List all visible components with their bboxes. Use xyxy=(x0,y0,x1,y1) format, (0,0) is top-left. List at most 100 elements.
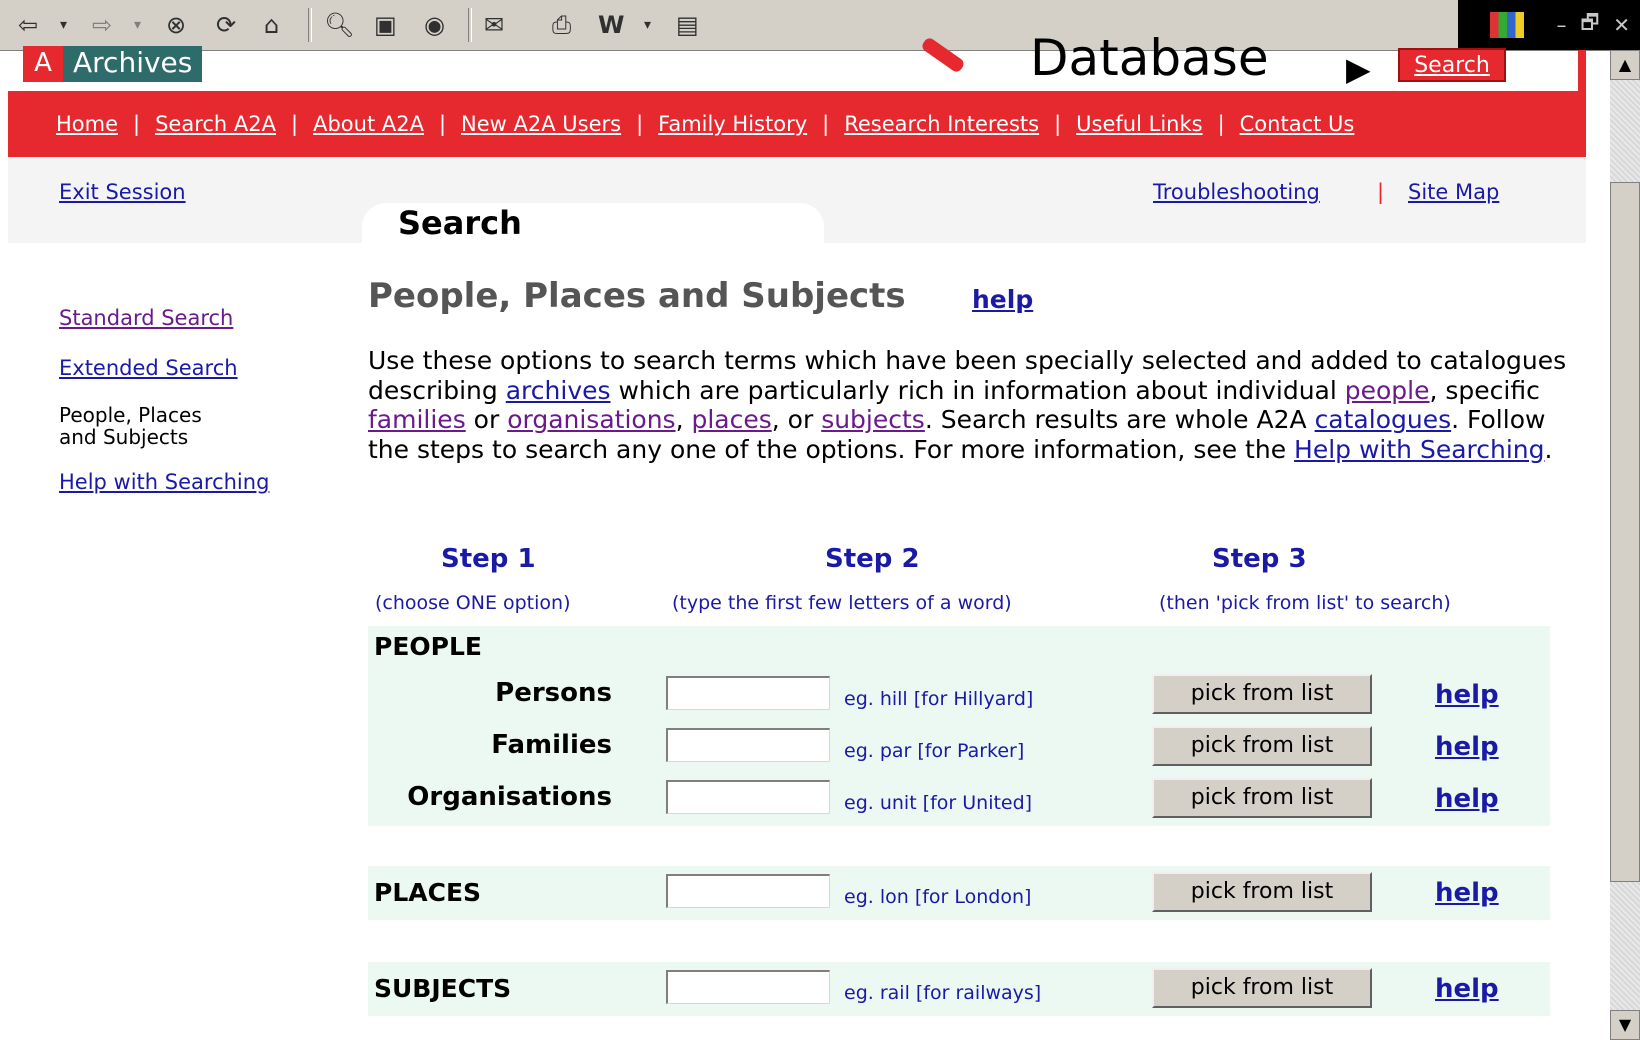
browser-toolbar: ⇦ ▾ ⇨ ▾ ⊗ ⟳ ⌂ 🔍︎ ▣ ◉ ✉ ⎙ W ▾ ▤ – 🗗 ✕ xyxy=(0,0,1640,51)
places-input[interactable] xyxy=(666,874,830,908)
places-example: eg. lon [for London] xyxy=(844,886,1032,908)
intro-text: , or xyxy=(771,405,822,434)
discuss-icon[interactable]: ▤ xyxy=(676,10,699,40)
window-controls: – 🗗 ✕ xyxy=(1458,0,1640,50)
step-3-title: Step 3 xyxy=(1212,544,1307,574)
page-title: People, Places and Subjects xyxy=(368,276,906,316)
step-2-subtitle: (type the first few letters of a word) xyxy=(672,592,1012,614)
search-icon[interactable]: 🔍︎ xyxy=(324,10,354,40)
people-section-label: PEOPLE xyxy=(374,632,482,661)
places-pick-button[interactable]: pick from list xyxy=(1152,872,1372,912)
logo-name: Archives xyxy=(63,46,203,82)
word-dropdown-icon[interactable]: ▾ xyxy=(644,10,651,40)
stop-icon[interactable]: ⊗ xyxy=(166,10,186,40)
places-label: PLACES xyxy=(374,878,482,907)
organisations-pick-button[interactable]: pick from list xyxy=(1152,778,1372,818)
nav-about-a2a[interactable]: About A2A xyxy=(313,112,424,136)
intro-paragraph: Use these options to search terms which … xyxy=(368,346,1578,464)
nav-separator: | xyxy=(1217,112,1225,136)
intro-text: . xyxy=(1544,434,1553,464)
scroll-down-icon[interactable]: ▼ xyxy=(1610,1010,1640,1040)
organisations-label: Organisations xyxy=(407,782,612,812)
site-logo[interactable]: A Archives xyxy=(23,46,203,82)
nav-separator: | xyxy=(438,112,447,136)
favorites-icon[interactable]: ▣ xyxy=(374,10,397,40)
page-banner-title: Database xyxy=(1030,30,1269,86)
intro-link-families[interactable]: families xyxy=(368,405,466,434)
nav-home[interactable]: Home xyxy=(56,112,118,136)
toolbar-separator xyxy=(308,8,312,42)
close-button[interactable]: ✕ xyxy=(1613,13,1630,37)
left-nav-current-line2: and Subjects xyxy=(59,425,189,449)
families-label: Families xyxy=(491,730,612,760)
intro-link-catalogues[interactable]: catalogues xyxy=(1315,405,1452,434)
intro-link-subjects[interactable]: subjects xyxy=(821,405,925,434)
scroll-up-icon[interactable]: ▲ xyxy=(1610,50,1640,80)
families-example: eg. par [for Parker] xyxy=(844,740,1025,762)
persons-pick-button[interactable]: pick from list xyxy=(1152,674,1372,714)
nav-search-a2a[interactable]: Search A2A xyxy=(155,112,276,136)
nav-separator: | xyxy=(133,112,141,136)
intro-text: or xyxy=(465,405,508,434)
left-nav-help-searching[interactable]: Help with Searching xyxy=(59,470,269,494)
play-arrow-icon: ▶ xyxy=(1346,50,1371,88)
persons-help-link[interactable]: help xyxy=(1435,680,1499,710)
back-icon[interactable]: ⇦ xyxy=(18,10,38,40)
nav-contact-us[interactable]: Contact Us xyxy=(1240,112,1355,136)
intro-link-people[interactable]: people xyxy=(1345,376,1430,405)
nav-separator: | xyxy=(636,112,644,136)
heading-help-link[interactable]: help xyxy=(972,285,1033,314)
logo-letter: A xyxy=(23,46,63,82)
nav-separator: | xyxy=(822,112,830,136)
mail-icon[interactable]: ✉ xyxy=(484,10,504,40)
left-nav-standard-search[interactable]: Standard Search xyxy=(59,306,233,330)
families-help-link[interactable]: help xyxy=(1435,732,1499,762)
step-1-title: Step 1 xyxy=(441,544,536,574)
windows-logo-icon xyxy=(1490,12,1525,38)
scroll-thumb[interactable] xyxy=(1610,182,1640,882)
print-icon[interactable]: ⎙ xyxy=(552,10,571,40)
troubleshooting-link[interactable]: Troubleshooting xyxy=(1153,180,1320,204)
intro-text: , specific xyxy=(1429,375,1540,405)
organisations-help-link[interactable]: help xyxy=(1435,784,1499,814)
families-pick-button[interactable]: pick from list xyxy=(1152,726,1372,766)
nav-research-interests[interactable]: Research Interests xyxy=(844,112,1039,136)
intro-link-help-searching[interactable]: Help with Searching xyxy=(1294,435,1544,464)
word-icon[interactable]: W xyxy=(598,10,624,40)
nav-family-history[interactable]: Family History xyxy=(658,112,807,136)
forward-dropdown-icon[interactable]: ▾ xyxy=(134,10,141,40)
persons-label: Persons xyxy=(495,678,612,708)
nav-separator: | xyxy=(1054,112,1062,136)
intro-link-places[interactable]: places xyxy=(691,405,771,434)
intro-link-archives[interactable]: archives xyxy=(506,376,611,405)
refresh-icon[interactable]: ⟳ xyxy=(216,10,236,40)
back-dropdown-icon[interactable]: ▾ xyxy=(60,10,67,40)
home-icon[interactable]: ⌂ xyxy=(264,10,279,40)
intro-link-organisations[interactable]: organisations xyxy=(507,405,675,434)
nav-new-users[interactable]: New A2A Users xyxy=(461,112,621,136)
persons-input[interactable] xyxy=(666,676,830,710)
site-map-link[interactable]: Site Map xyxy=(1408,180,1499,204)
places-help-link[interactable]: help xyxy=(1435,878,1499,908)
restore-button[interactable]: 🗗 xyxy=(1580,8,1599,42)
page-scrollbar[interactable]: ▲ ▼ xyxy=(1610,50,1640,1040)
subjects-input[interactable] xyxy=(666,970,830,1004)
persons-example: eg. hill [for Hillyard] xyxy=(844,688,1034,710)
step-2-title: Step 2 xyxy=(825,544,920,574)
families-input[interactable] xyxy=(666,728,830,762)
organisations-example: eg. unit [for United] xyxy=(844,792,1033,814)
history-icon[interactable]: ◉ xyxy=(424,10,445,40)
minimize-button[interactable]: – xyxy=(1556,13,1566,37)
forward-icon[interactable]: ⇨ xyxy=(92,10,112,40)
subjects-help-link[interactable]: help xyxy=(1435,974,1499,1004)
subjects-pick-button[interactable]: pick from list xyxy=(1152,968,1372,1008)
step-3-subtitle: (then 'pick from list' to search) xyxy=(1159,592,1451,614)
nav-useful-links[interactable]: Useful Links xyxy=(1076,112,1202,136)
banner-search-link[interactable]: Search xyxy=(1398,48,1506,82)
organisations-input[interactable] xyxy=(666,780,830,814)
exit-session-link[interactable]: Exit Session xyxy=(59,180,186,204)
intro-text: . Search results are whole A2A xyxy=(924,405,1315,434)
left-nav-extended-search[interactable]: Extended Search xyxy=(59,356,238,380)
subjects-label: SUBJECTS xyxy=(374,974,512,1003)
section-tab-title: Search xyxy=(398,204,522,242)
